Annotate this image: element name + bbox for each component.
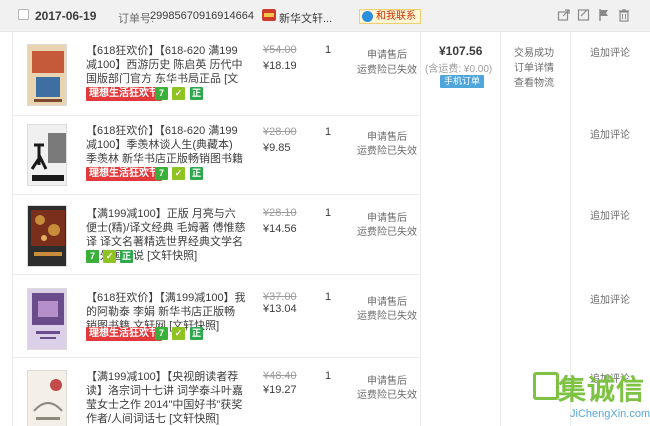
- seven-day-return-icon: 7: [155, 167, 168, 180]
- order-number-label: 订单号:: [118, 13, 155, 25]
- add-review-link[interactable]: 追加评论: [590, 44, 630, 59]
- order-detail-link[interactable]: 订单详情: [514, 59, 554, 74]
- shop-icon: [262, 9, 276, 21]
- festival-badge: 理想生活狂欢节: [86, 327, 162, 341]
- shipping-insurance-status: 运费险已失效: [357, 65, 417, 76]
- after-sale-link[interactable]: 申请售后: [367, 46, 407, 61]
- book-cover-image[interactable]: [27, 370, 67, 426]
- contact-seller-label: 和我联系: [376, 11, 416, 22]
- order-header: 2017-06-19 订单号: 29985670916914664 新华文轩..…: [0, 0, 650, 32]
- after-sale-link[interactable]: 申请售后: [367, 209, 407, 224]
- shipping-insurance-status: 运费险已失效: [357, 390, 417, 401]
- item-price: ¥14.56: [263, 223, 297, 235]
- grid-line: [420, 32, 421, 426]
- book-cover-image[interactable]: [27, 288, 67, 350]
- watermark-text: 集诚信: [558, 373, 646, 406]
- book-cover-image[interactable]: [27, 124, 67, 186]
- item-title-link[interactable]: 【满199减100】【央视朗读者荐读】洛宗词十七讲 词学泰斗叶嘉莹女士之作 20…: [86, 370, 246, 426]
- seven-day-return-icon: 7: [86, 250, 99, 263]
- original-price: ¥28.00: [263, 126, 297, 138]
- shipping-insurance-status: 运费险已失效: [357, 311, 417, 322]
- guarantee-icon: ✓: [172, 87, 185, 100]
- item-quantity: 1: [325, 291, 332, 303]
- item-quantity: 1: [325, 44, 332, 56]
- item-price: ¥13.04: [263, 303, 297, 315]
- after-sale-link[interactable]: 申请售后: [367, 372, 407, 387]
- guarantee-icon: ✓: [103, 250, 116, 263]
- book-cover-image[interactable]: [27, 205, 67, 267]
- authentic-icon: 正: [190, 87, 203, 100]
- guarantee-icon: ✓: [172, 167, 185, 180]
- grid-line: [570, 32, 571, 426]
- seven-day-return-icon: 7: [155, 327, 168, 340]
- after-sale-link[interactable]: 申请售后: [367, 293, 407, 308]
- original-price: ¥28.10: [263, 207, 297, 219]
- guarantee-icon: ✓: [172, 327, 185, 340]
- shipping-insurance-status: 运费险已失效: [357, 146, 417, 157]
- order-total: ¥107.56: [439, 44, 483, 58]
- share-icon[interactable]: [557, 8, 571, 22]
- row-divider: [12, 115, 420, 116]
- flag-icon[interactable]: [597, 8, 611, 22]
- item-price: ¥9.85: [263, 142, 291, 154]
- view-logistics-link[interactable]: 查看物流: [514, 74, 554, 89]
- authentic-icon: 正: [190, 327, 203, 340]
- add-review-link[interactable]: 追加评论: [590, 207, 630, 222]
- order-number: 29985670916914664: [150, 10, 255, 22]
- row-divider: [12, 274, 420, 275]
- item-quantity: 1: [325, 207, 332, 219]
- row-divider: [12, 357, 420, 358]
- grid-line: [12, 32, 13, 426]
- watermark-logo: [533, 372, 559, 400]
- shipping-fee: (含运费: ¥0.00): [425, 64, 493, 75]
- order-date: 2017-06-19: [35, 9, 97, 23]
- order-status: 交易成功: [514, 48, 554, 59]
- item-quantity: 1: [325, 370, 332, 382]
- mobile-order-badge: 手机订单: [440, 75, 485, 88]
- authentic-icon: 正: [120, 250, 133, 263]
- book-cover-image[interactable]: [27, 44, 67, 106]
- contact-seller-button[interactable]: 和我联系: [359, 9, 421, 24]
- grid-line: [500, 32, 501, 426]
- item-price: ¥18.19: [263, 60, 297, 72]
- watermark-url: JiChengXin.com: [570, 408, 650, 420]
- seven-day-return-icon: 7: [155, 87, 168, 100]
- order-select-checkbox[interactable]: [18, 9, 29, 20]
- original-price: ¥37.00: [263, 291, 297, 303]
- after-sale-link[interactable]: 申请售后: [367, 128, 407, 143]
- original-price: ¥54.00: [263, 44, 297, 56]
- festival-badge: 理想生活狂欢节: [86, 167, 162, 181]
- add-review-link[interactable]: 追加评论: [590, 126, 630, 141]
- original-price: ¥48.40: [263, 370, 297, 382]
- add-review-link[interactable]: 追加评论: [590, 291, 630, 306]
- shop-name-link[interactable]: 新华文轩...: [279, 10, 332, 26]
- trash-icon[interactable]: [617, 8, 631, 22]
- watermark: 集诚信 JiChengXin.com: [528, 368, 650, 426]
- festival-badge: 理想生活狂欢节: [86, 87, 162, 101]
- chat-icon: [362, 11, 373, 22]
- authentic-icon: 正: [190, 167, 203, 180]
- row-divider: [12, 194, 420, 195]
- item-quantity: 1: [325, 126, 332, 138]
- edit-icon[interactable]: [577, 8, 591, 22]
- shipping-insurance-status: 运费险已失效: [357, 227, 417, 238]
- item-price: ¥19.27: [263, 384, 297, 396]
